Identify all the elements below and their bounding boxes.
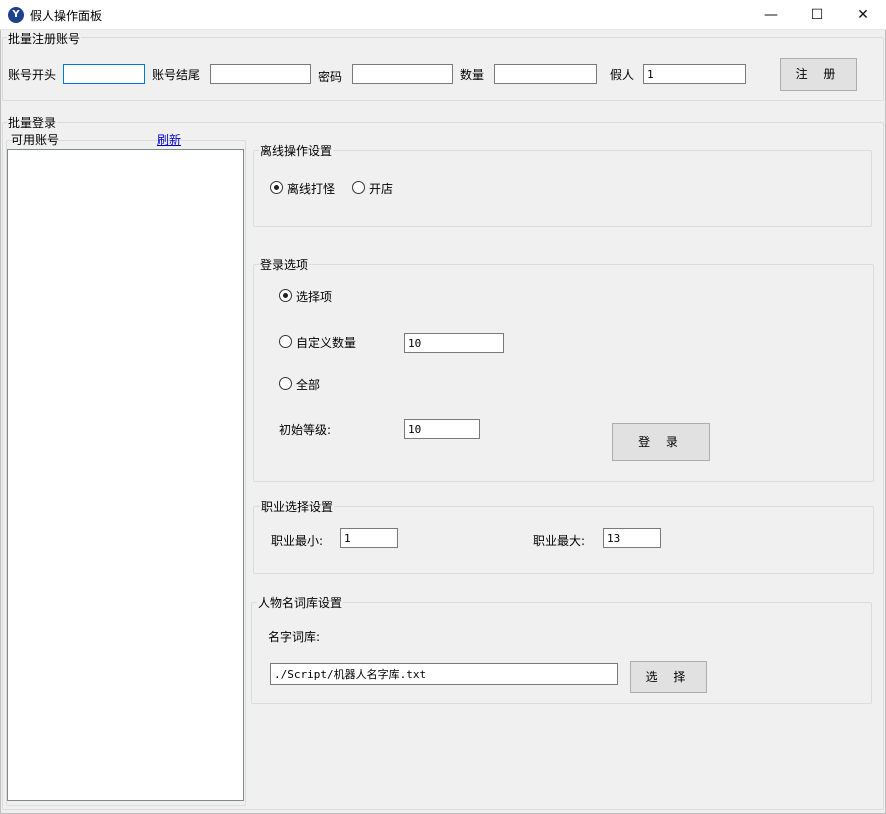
name-library-label: 名字词库:	[268, 630, 321, 644]
title-bar: Y 假人操作面板 — ☐ ✕	[0, 0, 886, 30]
offline-group-title: 离线操作设置	[259, 142, 334, 159]
login-options-group	[253, 264, 874, 482]
window-title: 假人操作面板	[30, 9, 103, 23]
accounts-listbox[interactable]	[7, 149, 244, 801]
fake-input[interactable]	[643, 64, 746, 84]
name-library-path-input[interactable]	[270, 663, 618, 685]
fake-label: 假人	[610, 68, 635, 82]
offline-fight-radio[interactable]	[270, 181, 283, 194]
career-min-input[interactable]	[340, 528, 398, 548]
password-label: 密码	[318, 70, 343, 84]
maximize-button[interactable]: ☐	[794, 0, 840, 30]
offline-group	[253, 150, 872, 227]
refresh-link[interactable]: 刷新	[157, 131, 181, 148]
custom-count-label[interactable]: 自定义数量	[296, 334, 356, 351]
close-button[interactable]: ✕	[840, 0, 886, 30]
count-input[interactable]	[494, 64, 597, 84]
select-file-button[interactable]: 选 择	[630, 661, 707, 693]
names-group	[251, 602, 872, 704]
names-group-title: 人物名词库设置	[257, 594, 344, 611]
career-min-label: 职业最小:	[271, 534, 324, 548]
register-group-title: 批量注册账号	[7, 30, 82, 47]
initial-level-label: 初始等级:	[279, 423, 332, 437]
select-option-radio[interactable]	[279, 289, 292, 302]
all-label[interactable]: 全部	[296, 376, 320, 393]
career-max-label: 职业最大:	[533, 534, 586, 548]
available-accounts-label: 可用账号	[11, 133, 60, 147]
career-group-title: 职业选择设置	[260, 498, 335, 515]
minimize-button[interactable]: —	[748, 0, 794, 30]
account-start-input[interactable]	[63, 64, 145, 84]
login-options-title: 登录选项	[259, 256, 310, 273]
custom-count-radio[interactable]	[279, 335, 292, 348]
open-shop-label[interactable]: 开店	[369, 180, 393, 197]
all-radio[interactable]	[279, 377, 292, 390]
count-label: 数量	[460, 68, 485, 82]
password-input[interactable]	[352, 64, 453, 84]
custom-count-input[interactable]	[404, 333, 504, 353]
career-max-input[interactable]	[603, 528, 661, 548]
account-start-label: 账号开头	[8, 68, 57, 82]
open-shop-radio[interactable]	[352, 181, 365, 194]
batch-login-title: 批量登录	[7, 114, 58, 131]
select-option-label[interactable]: 选择项	[296, 288, 332, 305]
account-end-label: 账号结尾	[152, 68, 201, 82]
initial-level-input[interactable]	[404, 419, 480, 439]
account-end-input[interactable]	[210, 64, 311, 84]
login-button[interactable]: 登 录	[612, 423, 710, 461]
register-button[interactable]: 注 册	[780, 58, 857, 91]
offline-fight-label[interactable]: 离线打怪	[287, 180, 335, 197]
app-logo-icon: Y	[8, 7, 24, 23]
